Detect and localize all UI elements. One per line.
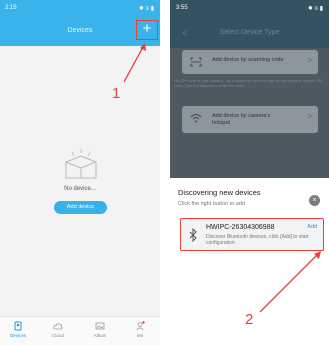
bottom-tab-bar: Devices Cloud Album Me — [0, 316, 160, 345]
page-title: Select Device Type — [219, 29, 280, 36]
option-label: Add device by scanning code — [212, 57, 284, 63]
add-device-button[interactable]: Add device — [54, 201, 107, 214]
select-device-type-screen: 3:55 ✸ ≡ ▮ < Select Device Type Add devi… — [170, 0, 329, 345]
album-icon — [95, 322, 105, 330]
discovery-sheet: Discovering new devices Click the right … — [170, 178, 329, 345]
tab-label: Cloud — [52, 333, 64, 338]
screenshot-root: 2:15 ✸ ≡ ▮ Devices + No device... Add de… — [0, 0, 329, 345]
status-icons: ✸ ≡ ▮ — [307, 6, 323, 12]
empty-box-icon — [65, 149, 97, 179]
chevron-right-icon: > — [307, 112, 312, 121]
status-time: 3:55 — [176, 5, 188, 11]
option-label: Add device by camera's hotspot — [212, 113, 270, 126]
tab-devices[interactable]: Devices — [4, 321, 32, 338]
wifi-icon — [190, 114, 202, 123]
option-label-line2: hotspot — [212, 119, 231, 126]
annotation-arrow-2 — [259, 251, 321, 313]
qr-hint-text: No QR code on the camera. Tap in provide… — [174, 78, 322, 88]
tab-label: Me — [136, 333, 144, 338]
dimmed-background: 3:55 ✸ ≡ ▮ < Select Device Type Add devi… — [170, 0, 329, 178]
scan-code-option[interactable]: Add device by scanning code > — [182, 50, 318, 74]
devices-icon — [14, 321, 22, 331]
devices-screen: 2:15 ✸ ≡ ▮ Devices + No device... Add de… — [0, 0, 160, 345]
empty-state-text: No device... — [64, 186, 96, 192]
cloud-icon — [53, 323, 63, 330]
tab-cloud[interactable]: Cloud — [44, 321, 72, 338]
select-device-header: 3:55 ✸ ≡ ▮ < Select Device Type — [170, 0, 329, 48]
hotspot-option[interactable]: Add device by camera's hotspot > — [182, 106, 318, 133]
tab-me[interactable]: Me — [126, 321, 154, 338]
tab-album[interactable]: Album — [86, 321, 114, 338]
annotation-arrow-1 — [123, 43, 146, 83]
person-icon — [136, 321, 145, 331]
qr-scan-icon — [190, 57, 202, 67]
tab-label: Devices — [9, 333, 26, 338]
chevron-right-icon: > — [307, 56, 312, 65]
tab-label: Album — [93, 333, 107, 338]
option-label-line1: Add device by camera's — [212, 113, 271, 119]
